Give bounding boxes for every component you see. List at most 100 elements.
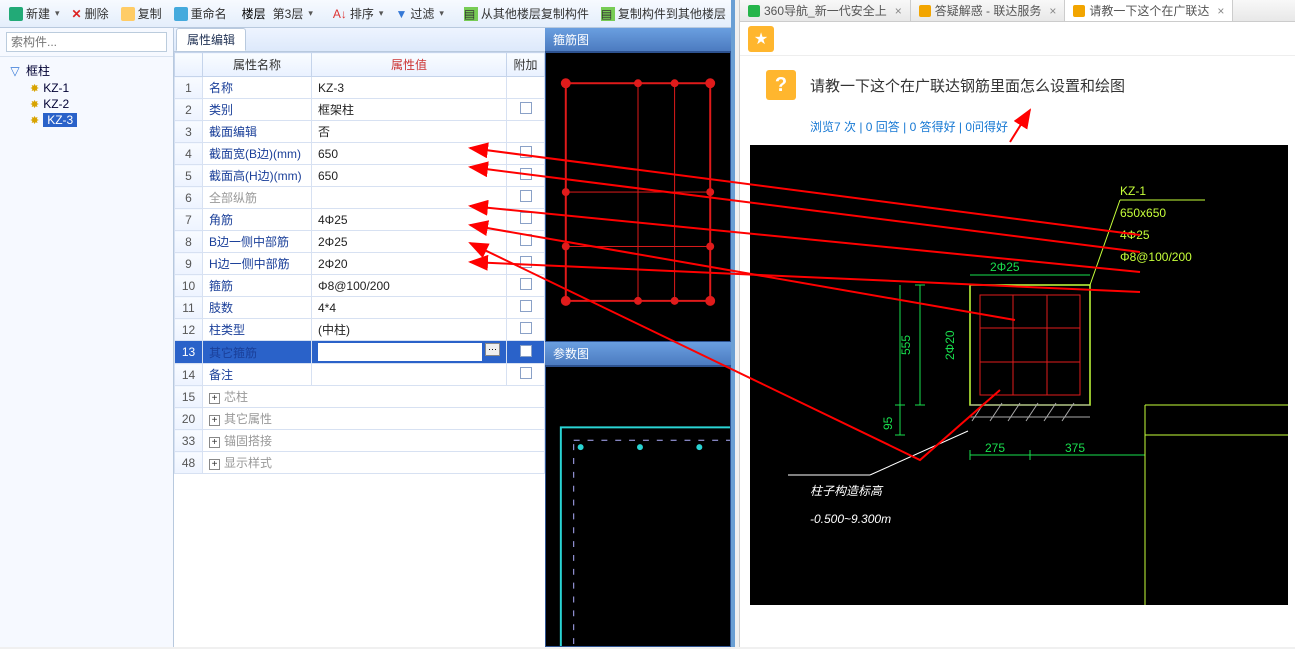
prop-addflag[interactable]: [507, 275, 545, 297]
tree-item-kz1[interactable]: ✸KZ-1: [2, 80, 171, 96]
prop-name: 全部纵筋: [203, 187, 312, 209]
close-icon[interactable]: ×: [1049, 4, 1056, 18]
prop-addflag[interactable]: [507, 121, 545, 143]
row-number: 1: [175, 77, 203, 99]
sort-button[interactable]: A↓排序▾: [328, 3, 389, 24]
row-number: 11: [175, 297, 203, 319]
new-button[interactable]: 新建▾: [4, 3, 65, 24]
rename-button[interactable]: 重命名: [169, 3, 232, 24]
prop-value[interactable]: 否: [312, 121, 507, 143]
prop-value[interactable]: 650: [312, 143, 507, 165]
value-input[interactable]: [318, 343, 482, 361]
grid-row[interactable]: 10箍筋Φ8@100/200: [175, 275, 545, 297]
filter-button[interactable]: ▼过滤▾: [390, 3, 448, 24]
delete-button[interactable]: ✕删除: [67, 3, 114, 24]
copy-button[interactable]: 复制: [116, 3, 167, 24]
grid-row[interactable]: 11肢数4*4: [175, 297, 545, 319]
prop-addflag[interactable]: [507, 231, 545, 253]
expand-icon[interactable]: +: [209, 437, 220, 448]
prop-name: 箍筋: [203, 275, 312, 297]
row-number: 4: [175, 143, 203, 165]
svg-text:275: 275: [985, 441, 1005, 455]
row-number: 14: [175, 364, 203, 386]
prop-value[interactable]: 2Φ20: [312, 253, 507, 275]
expand-icon[interactable]: +: [209, 393, 220, 404]
browser-tab-2[interactable]: 请教一下这个在广联达×: [1065, 0, 1233, 21]
grid-row[interactable]: 13其它箍筋⋯: [175, 341, 545, 364]
row-number: 9: [175, 253, 203, 275]
grid-group-row[interactable]: 33+锚固搭接: [175, 430, 545, 452]
tree-item-kz3[interactable]: ✸KZ-3: [2, 112, 171, 128]
prop-value[interactable]: ⋯: [312, 341, 507, 364]
component-sidebar: ▽框柱 ✸KZ-1 ✸KZ-2 ✸KZ-3: [0, 28, 174, 647]
prop-addflag[interactable]: [507, 341, 545, 364]
grid-group-row[interactable]: 15+芯柱: [175, 386, 545, 408]
prop-addflag[interactable]: [507, 319, 545, 341]
close-icon[interactable]: ×: [895, 4, 902, 18]
favorite-star-icon[interactable]: ★: [748, 26, 774, 52]
prop-addflag[interactable]: [507, 165, 545, 187]
grid-row[interactable]: 2类别框架柱: [175, 99, 545, 121]
browser-panel: 360导航_新一代安全上× 答疑解惑 - 联达服务× 请教一下这个在广联达× ★…: [739, 0, 1295, 647]
tab-property-edit[interactable]: 属性编辑: [176, 28, 246, 51]
svg-text:650x650: 650x650: [1120, 206, 1166, 220]
grid-group-row[interactable]: 20+其它属性: [175, 408, 545, 430]
svg-text:KZ-1: KZ-1: [1120, 184, 1146, 198]
browser-tab-1[interactable]: 答疑解惑 - 联达服务×: [911, 0, 1066, 21]
prop-name: 截面编辑: [203, 121, 312, 143]
grid-row[interactable]: 9H边一侧中部筋2Φ20: [175, 253, 545, 275]
grid-group-row[interactable]: 48+显示样式: [175, 452, 545, 474]
prop-value[interactable]: 2Φ25: [312, 231, 507, 253]
prop-value[interactable]: 4Φ25: [312, 209, 507, 231]
prop-value[interactable]: 4*4: [312, 297, 507, 319]
browser-tab-0[interactable]: 360导航_新一代安全上×: [740, 0, 911, 21]
grid-row[interactable]: 12柱类型(中柱): [175, 319, 545, 341]
prop-addflag[interactable]: [507, 364, 545, 386]
prop-value[interactable]: KZ-3: [312, 77, 507, 99]
grid-row[interactable]: 3截面编辑否: [175, 121, 545, 143]
search-input[interactable]: [6, 32, 167, 52]
copyto-button[interactable]: ▤复制构件到其他楼层: [596, 3, 731, 24]
floor-select[interactable]: 第3层▾: [268, 3, 318, 24]
tree-root[interactable]: ▽框柱: [2, 61, 171, 80]
tree-item-kz2[interactable]: ✸KZ-2: [2, 96, 171, 112]
grid-row[interactable]: 5截面高(H边)(mm)650: [175, 165, 545, 187]
expand-icon[interactable]: +: [209, 415, 220, 426]
prop-name: 类别: [203, 99, 312, 121]
more-button[interactable]: ⋯: [485, 343, 500, 356]
grid-row[interactable]: 1名称KZ-3: [175, 77, 545, 99]
col-add: 附加: [507, 53, 545, 77]
component-tree: ▽框柱 ✸KZ-1 ✸KZ-2 ✸KZ-3: [0, 57, 173, 647]
prop-addflag[interactable]: [507, 77, 545, 99]
row-number: 5: [175, 165, 203, 187]
grid-row[interactable]: 8B边一侧中部筋2Φ25: [175, 231, 545, 253]
prop-value[interactable]: [312, 364, 507, 386]
prop-addflag[interactable]: [507, 209, 545, 231]
grid-row[interactable]: 14备注: [175, 364, 545, 386]
prop-addflag[interactable]: [507, 143, 545, 165]
prop-addflag[interactable]: [507, 187, 545, 209]
prop-value[interactable]: 框架柱: [312, 99, 507, 121]
prop-name: 肢数: [203, 297, 312, 319]
grid-row[interactable]: 6全部纵筋: [175, 187, 545, 209]
browser-tabstrip: 360导航_新一代安全上× 答疑解惑 - 联达服务× 请教一下这个在广联达×: [740, 0, 1295, 22]
row-number: 6: [175, 187, 203, 209]
row-number: 3: [175, 121, 203, 143]
grid-row[interactable]: 4截面宽(B边)(mm)650: [175, 143, 545, 165]
prop-value[interactable]: Φ8@100/200: [312, 275, 507, 297]
prop-name: 截面宽(B边)(mm): [203, 143, 312, 165]
copyfrom-button[interactable]: ▤从其他楼层复制构件: [459, 3, 594, 24]
grid-row[interactable]: 7角筋4Φ25: [175, 209, 545, 231]
prop-addflag[interactable]: [507, 253, 545, 275]
prop-addflag[interactable]: [507, 297, 545, 319]
close-icon[interactable]: ×: [1217, 4, 1224, 18]
svg-text:柱子构造标高: 柱子构造标高: [810, 484, 884, 498]
expand-icon[interactable]: +: [209, 459, 220, 470]
prop-value[interactable]: (中柱): [312, 319, 507, 341]
row-number: 10: [175, 275, 203, 297]
prop-name: 柱类型: [203, 319, 312, 341]
prop-value[interactable]: [312, 187, 507, 209]
glodon-app: 新建▾ ✕删除 复制 重命名 楼层 第3层▾ A↓排序▾ ▼过滤▾ ▤从其他楼层…: [0, 0, 735, 647]
prop-value[interactable]: 650: [312, 165, 507, 187]
prop-addflag[interactable]: [507, 99, 545, 121]
